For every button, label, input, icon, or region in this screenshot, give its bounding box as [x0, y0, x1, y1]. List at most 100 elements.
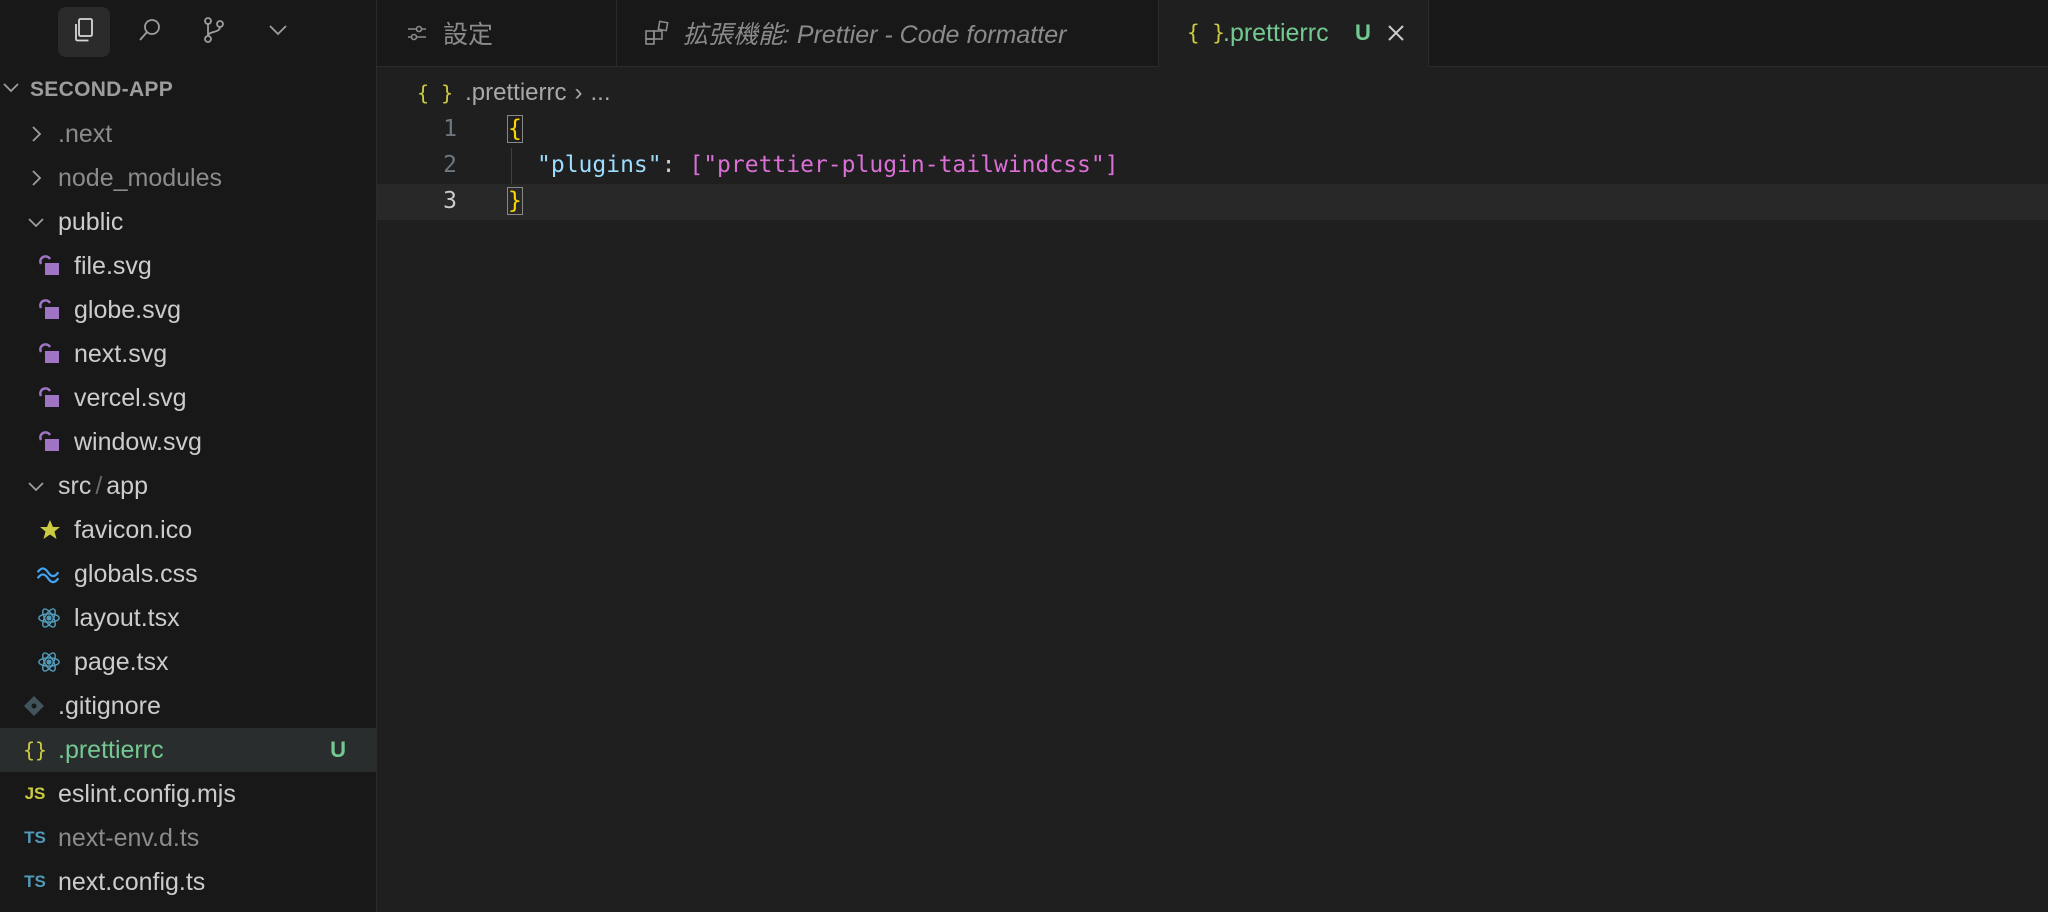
tree-item-label: next.svg	[74, 339, 168, 368]
tab-label: 設定	[443, 21, 494, 49]
explorer-view-button[interactable]	[58, 7, 110, 57]
json-key: "plugins"	[537, 152, 662, 178]
settings-icon	[405, 21, 429, 45]
breadcrumb-separator: ›	[574, 79, 583, 106]
svg-file-icon	[38, 430, 62, 454]
tailwind-icon	[36, 562, 60, 586]
tree-item-label: next-env.d.ts	[58, 823, 200, 852]
line-number: 2	[443, 152, 457, 178]
tab-prettierrc[interactable]: { } .prettierrc U	[1159, 0, 1429, 67]
json-array-close: ]	[1104, 152, 1119, 178]
explorer-root-folder[interactable]: SECOND-APP	[0, 74, 376, 106]
chevron-down-icon	[24, 210, 48, 234]
json-braces-icon: { }	[417, 81, 454, 105]
react-icon	[37, 650, 61, 674]
tree-file-gitignore[interactable]: .gitignore	[0, 684, 376, 728]
code-content: {	[507, 115, 523, 143]
tree-folder-next[interactable]: .next	[0, 112, 376, 156]
tree-file-file-svg[interactable]: file.svg	[0, 244, 376, 288]
tree-item-label: node_modules	[58, 163, 223, 192]
svg-file-icon	[38, 254, 62, 278]
tab-label: .prettierrc	[1223, 18, 1329, 47]
more-views-button[interactable]	[252, 7, 304, 57]
tree-file-eslint-config[interactable]: JS eslint.config.mjs	[0, 772, 376, 816]
code-line-2[interactable]: 2 "plugins": ["prettier-plugin-tailwindc…	[377, 148, 2048, 184]
folder-segment-src: src	[58, 471, 92, 500]
tree-file-window-svg[interactable]: window.svg	[0, 420, 376, 464]
svg-file-icon	[38, 386, 62, 410]
tree-item-label: .prettierrc	[58, 735, 164, 764]
breadcrumb-symbols[interactable]: ...	[590, 79, 610, 107]
json-colon: :	[661, 152, 690, 178]
tree-item-label: public	[58, 207, 124, 236]
path-separator: /	[95, 471, 103, 500]
tree-item-label: eslint.config.mjs	[58, 779, 236, 808]
folder-segment-app: app	[106, 471, 148, 500]
json-close-brace: }	[507, 187, 523, 215]
code-line-1[interactable]: 1 {	[377, 112, 2048, 148]
root-folder-label: SECOND-APP	[30, 78, 174, 101]
chevron-right-icon	[24, 166, 48, 190]
json-braces-icon: {}	[22, 738, 48, 762]
json-open-brace: {	[507, 115, 523, 143]
tree-file-favicon[interactable]: favicon.ico	[0, 508, 376, 552]
react-icon	[37, 606, 61, 630]
editor-tab-bar: 設定 拡張機能: Prettier - Code formatter { } .…	[377, 0, 2048, 67]
json-string: "prettier-plugin-tailwindcss"	[703, 152, 1105, 178]
tree-folder-src-app[interactable]: src / app	[0, 464, 376, 508]
svg-file-icon	[38, 342, 62, 366]
tree-item-label: next.config.ts	[58, 867, 206, 896]
tree-file-globals-css[interactable]: globals.css	[0, 552, 376, 596]
tree-file-page-tsx[interactable]: page.tsx	[0, 640, 376, 684]
chevron-down-icon	[24, 474, 48, 498]
source-control-icon	[200, 16, 228, 49]
tree-compact-folder-label: src / app	[58, 472, 148, 501]
extensions-icon	[643, 19, 671, 47]
tab-settings[interactable]: 設定	[377, 0, 617, 66]
code-content: "plugins": ["prettier-plugin-tailwindcss…	[537, 152, 1119, 178]
tree-item-label: .gitignore	[58, 691, 161, 720]
tree-file-layout-tsx[interactable]: layout.tsx	[0, 596, 376, 640]
git-icon	[22, 694, 46, 718]
tab-extension-prettier[interactable]: 拡張機能: Prettier - Code formatter	[617, 0, 1159, 66]
tree-item-label: globe.svg	[74, 295, 182, 324]
breadcrumb-file[interactable]: .prettierrc	[465, 79, 566, 107]
tree-file-globe-svg[interactable]: globe.svg	[0, 288, 376, 332]
explorer-sidebar: SECOND-APP .next node_modules public fil…	[0, 0, 377, 912]
code-line-3[interactable]: 3 }	[377, 184, 2048, 220]
files-icon	[70, 16, 98, 49]
json-braces-icon: { }	[1187, 21, 1225, 45]
tree-item-label: favicon.ico	[74, 515, 193, 544]
tree-folder-public[interactable]: public	[0, 200, 376, 244]
tree-item-label: window.svg	[74, 427, 202, 456]
ts-file-icon: TS	[24, 872, 46, 891]
tree-item-label: globals.css	[74, 559, 198, 588]
json-array-open: [	[689, 152, 704, 178]
activity-bar	[0, 0, 376, 66]
indent-guide	[511, 148, 512, 184]
tree-folder-node-modules[interactable]: node_modules	[0, 156, 376, 200]
tree-item-label: layout.tsx	[74, 603, 180, 632]
tab-label: 拡張機能: Prettier - Code formatter	[683, 21, 1067, 49]
tree-file-next-svg[interactable]: next.svg	[0, 332, 376, 376]
tree-file-prettierrc[interactable]: {} .prettierrc U	[0, 728, 376, 772]
tree-file-next-config[interactable]: TS next.config.ts	[0, 860, 376, 904]
line-number: 3	[443, 188, 457, 214]
tree-file-vercel-svg[interactable]: vercel.svg	[0, 376, 376, 420]
search-icon	[136, 16, 164, 49]
tree-item-label: .next	[58, 119, 113, 148]
tree-item-label: page.tsx	[74, 647, 169, 676]
tree-item-label: file.svg	[74, 251, 152, 280]
search-view-button[interactable]	[124, 7, 176, 57]
source-control-view-button[interactable]	[188, 7, 240, 57]
breadcrumb: { } .prettierrc › ...	[417, 75, 611, 111]
close-icon[interactable]	[1385, 22, 1407, 44]
chevron-down-icon	[0, 76, 22, 104]
untracked-badge: U	[330, 737, 346, 762]
tree-file-next-env[interactable]: TS next-env.d.ts	[0, 816, 376, 860]
tree-item-label: vercel.svg	[74, 383, 187, 412]
js-file-icon: JS	[24, 784, 46, 803]
line-number: 1	[443, 116, 457, 142]
star-icon	[38, 518, 62, 542]
code-editor[interactable]: { } .prettierrc › ... 1 { 2 "plugins": […	[377, 67, 2048, 912]
